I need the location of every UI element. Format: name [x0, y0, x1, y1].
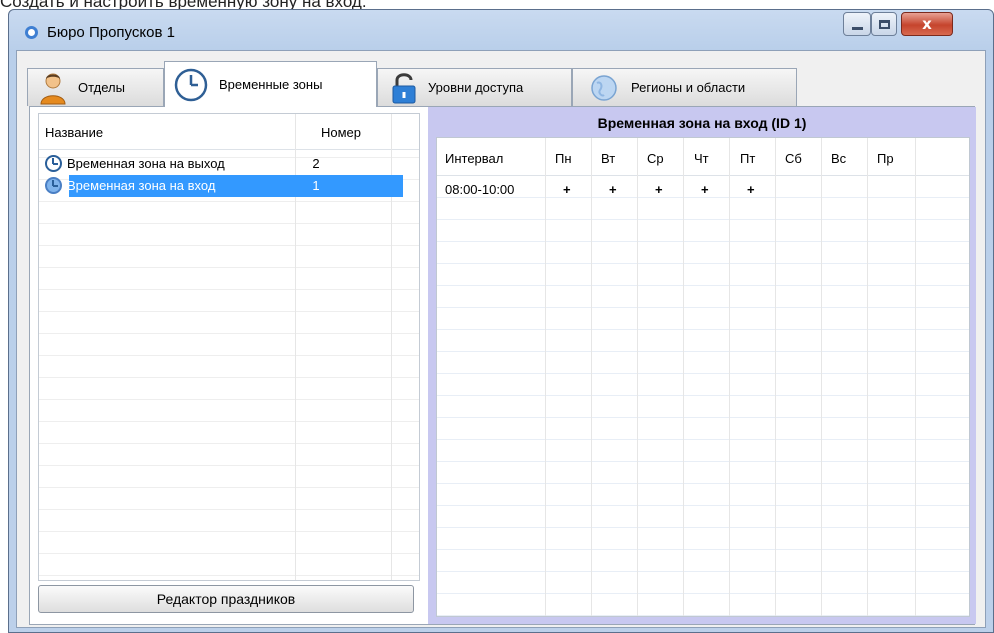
- tab-regiony-i-oblasti-label: Регионы и области: [631, 80, 746, 95]
- zone-row-exit[interactable]: Временная зона на выход 2: [39, 153, 419, 175]
- interval-value: 08:00-10:00: [445, 182, 515, 197]
- column-header-number[interactable]: Номер: [321, 125, 361, 140]
- tab-regiony-i-oblasti[interactable]: Регионы и области: [572, 68, 797, 106]
- globe-icon: [591, 74, 617, 101]
- tab-urovni-dostupa-label: Уровни доступа: [428, 80, 524, 95]
- minimize-icon: [851, 26, 863, 30]
- intervals-header: Интервал Пн Вт Ср Чт Пт Сб Вс Пр: [437, 138, 969, 176]
- column-divider: [591, 138, 592, 616]
- zone-name: Временная зона на вход: [67, 178, 216, 193]
- close-icon: x: [922, 15, 932, 33]
- day-mark: +: [563, 182, 571, 197]
- holiday-editor-button[interactable]: Редактор праздников: [38, 585, 414, 613]
- tab-vremennye-zony[interactable]: Временные зоны: [164, 61, 377, 107]
- column-divider: [867, 138, 868, 616]
- tab-otdely[interactable]: Отделы: [27, 68, 164, 106]
- column-divider: [545, 138, 546, 616]
- zone-name: Временная зона на выход: [67, 156, 225, 171]
- day-mark: +: [701, 182, 709, 197]
- zone-detail-title: Временная зона на вход (ID 1): [597, 115, 807, 131]
- close-button[interactable]: x: [901, 12, 953, 36]
- column-header-day[interactable]: Ср: [647, 151, 664, 166]
- zones-list[interactable]: Название Номер Временная зона на выход 2…: [38, 113, 420, 581]
- column-divider: [683, 138, 684, 616]
- tab-content-panel: Название Номер Временная зона на выход 2…: [29, 106, 976, 625]
- clock-icon: [174, 68, 208, 101]
- column-divider: [729, 138, 730, 616]
- column-header-interval[interactable]: Интервал: [445, 151, 503, 166]
- column-divider: [637, 138, 638, 616]
- column-divider: [821, 138, 822, 616]
- zone-number: 2: [312, 156, 320, 171]
- tab-vremennye-zony-label: Временные зоны: [219, 77, 323, 92]
- column-header-day[interactable]: Сб: [785, 151, 802, 166]
- day-mark: +: [747, 182, 755, 197]
- day-mark: +: [655, 182, 663, 197]
- maximize-icon: [878, 19, 890, 29]
- column-header-day[interactable]: Чт: [694, 151, 709, 166]
- column-divider: [775, 138, 776, 616]
- zone-row-entry[interactable]: Временная зона на вход 1: [39, 175, 419, 197]
- zone-number: 1: [312, 178, 320, 193]
- column-header-day[interactable]: Вс: [831, 151, 846, 166]
- column-divider: [915, 138, 916, 616]
- tab-otdely-label: Отделы: [78, 80, 125, 95]
- column-header-day[interactable]: Пт: [740, 151, 755, 166]
- zone-detail-panel: Временная зона на вход (ID 1) Интервал П…: [428, 107, 976, 624]
- window-client-area: Отделы Временные зоны Уровни доступа Рег…: [16, 50, 986, 628]
- user-icon: [40, 73, 66, 104]
- zone-intervals-grid[interactable]: Интервал Пн Вт Ср Чт Пт Сб Вс Пр 08:00-1…: [436, 137, 970, 617]
- day-mark: +: [609, 182, 617, 197]
- maximize-button[interactable]: [871, 12, 897, 36]
- title-bar[interactable]: Бюро Пропусков 1 x: [9, 10, 993, 48]
- clock-icon: [45, 177, 62, 194]
- column-header-day[interactable]: Пн: [555, 151, 572, 166]
- minimize-button[interactable]: [843, 12, 871, 36]
- column-header-day[interactable]: Пр: [877, 151, 894, 166]
- column-header-day[interactable]: Вт: [601, 151, 615, 166]
- column-header-name[interactable]: Название: [45, 125, 103, 140]
- clock-icon: [45, 155, 62, 172]
- lock-icon: [392, 72, 416, 103]
- zones-list-header: Название Номер: [39, 114, 419, 150]
- tab-urovni-dostupa[interactable]: Уровни доступа: [377, 68, 572, 106]
- app-window: Бюро Пропусков 1 x Отделы Временные зоны…: [8, 9, 994, 633]
- window-title: Бюро Пропусков 1: [47, 24, 175, 41]
- app-icon: [25, 26, 38, 39]
